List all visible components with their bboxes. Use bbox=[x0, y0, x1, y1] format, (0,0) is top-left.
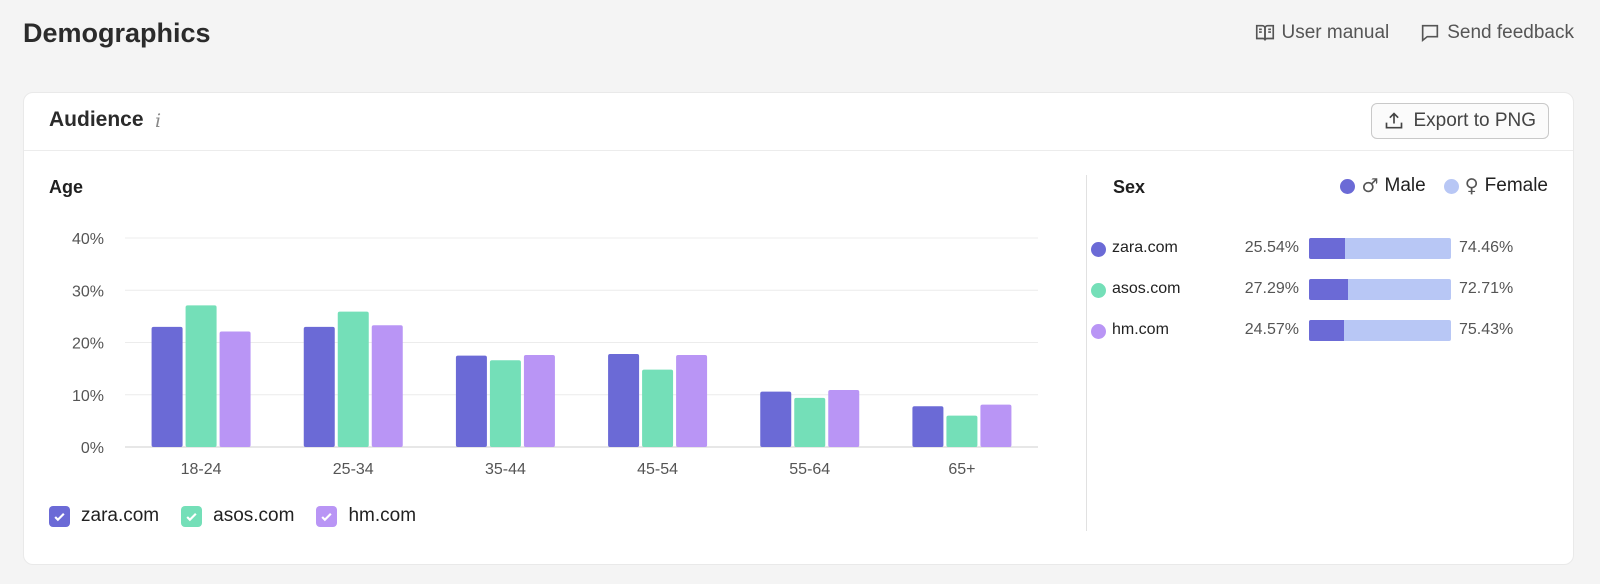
legend-label-asos: asos.com bbox=[213, 505, 295, 526]
male-percent: 25.54% bbox=[1244, 239, 1299, 256]
bar-asos-65+[interactable] bbox=[946, 415, 978, 447]
sex-bar-male bbox=[1309, 320, 1344, 341]
sex-bar[interactable] bbox=[1309, 320, 1451, 341]
bar-asos-55-64[interactable] bbox=[794, 397, 826, 447]
y-tick-label: 0% bbox=[81, 440, 104, 457]
user-manual-link[interactable]: User manual bbox=[1254, 22, 1390, 44]
male-percent: 24.57% bbox=[1244, 321, 1299, 338]
sex-bar[interactable] bbox=[1309, 238, 1451, 259]
sex-legend-female: ♀ Female bbox=[1443, 175, 1548, 197]
sex-legend-male: ♂ Male bbox=[1340, 175, 1426, 197]
bar-hm-65+[interactable] bbox=[980, 404, 1012, 447]
female-symbol-icon: ♀ bbox=[1464, 175, 1479, 197]
page-title: Demographics bbox=[23, 18, 211, 48]
x-tick-label: 65+ bbox=[948, 461, 975, 478]
male-label: Male bbox=[1384, 175, 1426, 196]
legend-item-asos[interactable]: asos.com bbox=[181, 505, 294, 527]
site-dot bbox=[1091, 324, 1106, 339]
bar-asos-45-54[interactable] bbox=[642, 369, 674, 447]
legend-label-zara: zara.com bbox=[81, 505, 160, 526]
checkbox-zara[interactable] bbox=[49, 505, 70, 527]
x-tick-label: 18-24 bbox=[181, 461, 222, 478]
check-icon bbox=[54, 512, 65, 521]
top-links: User manual Send feedback bbox=[1254, 22, 1574, 44]
bar-hm-45-54[interactable] bbox=[676, 355, 708, 447]
send-feedback-label: Send feedback bbox=[1447, 22, 1574, 43]
female-percent: 72.71% bbox=[1459, 280, 1514, 297]
bar-zara-25-34[interactable] bbox=[303, 326, 335, 447]
export-png-button[interactable]: Export to PNG bbox=[1370, 103, 1549, 139]
check-icon bbox=[321, 512, 333, 521]
bar-asos-35-44[interactable] bbox=[489, 360, 521, 447]
sex-bar-male bbox=[1309, 238, 1346, 259]
female-percent: 75.43% bbox=[1459, 321, 1514, 338]
bar-zara-65+[interactable] bbox=[912, 406, 944, 447]
sex-row-asos: asos.com 27.29% 72.71% bbox=[1091, 279, 1516, 301]
bar-asos-18-24[interactable] bbox=[185, 305, 217, 447]
upload-icon bbox=[1385, 112, 1402, 129]
export-label: Export to PNG bbox=[1413, 110, 1537, 131]
bar-zara-35-44[interactable] bbox=[455, 355, 487, 447]
legend-label-hm: hm.com bbox=[348, 505, 417, 526]
x-tick-label: 45-54 bbox=[637, 461, 678, 478]
bar-zara-45-54[interactable] bbox=[608, 353, 640, 447]
site-dot bbox=[1091, 283, 1106, 298]
site-label: hm.com bbox=[1112, 321, 1169, 338]
sex-section-title: Sex bbox=[1113, 177, 1146, 197]
age-bar-chart: 0% 10% 20% 30% 40% 18-24 25-34 35-44 45-54 55-64 6… bbox=[72, 231, 1038, 478]
female-label: Female bbox=[1484, 175, 1548, 196]
site-dot bbox=[1091, 242, 1106, 257]
book-icon bbox=[1255, 24, 1274, 41]
chat-bubble-icon bbox=[1422, 24, 1439, 43]
male-percent: 27.29% bbox=[1244, 280, 1299, 297]
send-feedback-link[interactable]: Send feedback bbox=[1419, 22, 1574, 44]
sex-bar[interactable] bbox=[1309, 279, 1451, 300]
checkbox-asos[interactable] bbox=[181, 505, 203, 527]
sex-bar-male bbox=[1309, 279, 1348, 300]
site-label: asos.com bbox=[1112, 280, 1181, 297]
legend-item-zara[interactable]: zara.com bbox=[49, 505, 159, 527]
female-dot bbox=[1443, 178, 1459, 194]
sex-legend: ♂ Male ♀ Female bbox=[1340, 175, 1548, 197]
user-manual-label: User manual bbox=[1281, 22, 1390, 43]
bar-zara-18-24[interactable] bbox=[151, 326, 183, 447]
bar-hm-25-34[interactable] bbox=[371, 325, 403, 447]
y-tick-label: 30% bbox=[72, 283, 104, 300]
male-symbol-icon: ♂ bbox=[1361, 175, 1379, 197]
x-tick-label: 55-64 bbox=[789, 461, 830, 478]
check-icon bbox=[186, 512, 197, 521]
y-tick-label: 40% bbox=[72, 231, 104, 248]
x-tick-label: 35-44 bbox=[485, 461, 526, 478]
x-tick-label: 25-34 bbox=[333, 461, 374, 478]
legend-item-hm[interactable]: hm.com bbox=[316, 505, 416, 527]
female-percent: 74.46% bbox=[1459, 239, 1514, 256]
audience-card: Audience i Export to PNG Age 0% 10% 20% 30%… bbox=[23, 92, 1574, 565]
sex-row-zara: zara.com 25.54% 74.46% bbox=[1091, 238, 1516, 260]
section-divider bbox=[1086, 175, 1087, 531]
checkbox-hm[interactable] bbox=[316, 505, 338, 527]
bar-hm-35-44[interactable] bbox=[523, 355, 555, 447]
bar-hm-18-24[interactable] bbox=[219, 331, 251, 447]
y-tick-label: 20% bbox=[72, 336, 104, 353]
sex-row-hm: hm.com 24.57% 75.43% bbox=[1091, 320, 1516, 342]
site-label: zara.com bbox=[1112, 239, 1178, 256]
male-dot bbox=[1340, 178, 1356, 194]
bar-hm-55-64[interactable] bbox=[828, 390, 860, 447]
bar-asos-25-34[interactable] bbox=[337, 311, 369, 447]
y-tick-label: 10% bbox=[72, 388, 104, 405]
age-legend: zara.com asos.com hm.com bbox=[49, 505, 416, 527]
bar-zara-55-64[interactable] bbox=[760, 391, 792, 447]
